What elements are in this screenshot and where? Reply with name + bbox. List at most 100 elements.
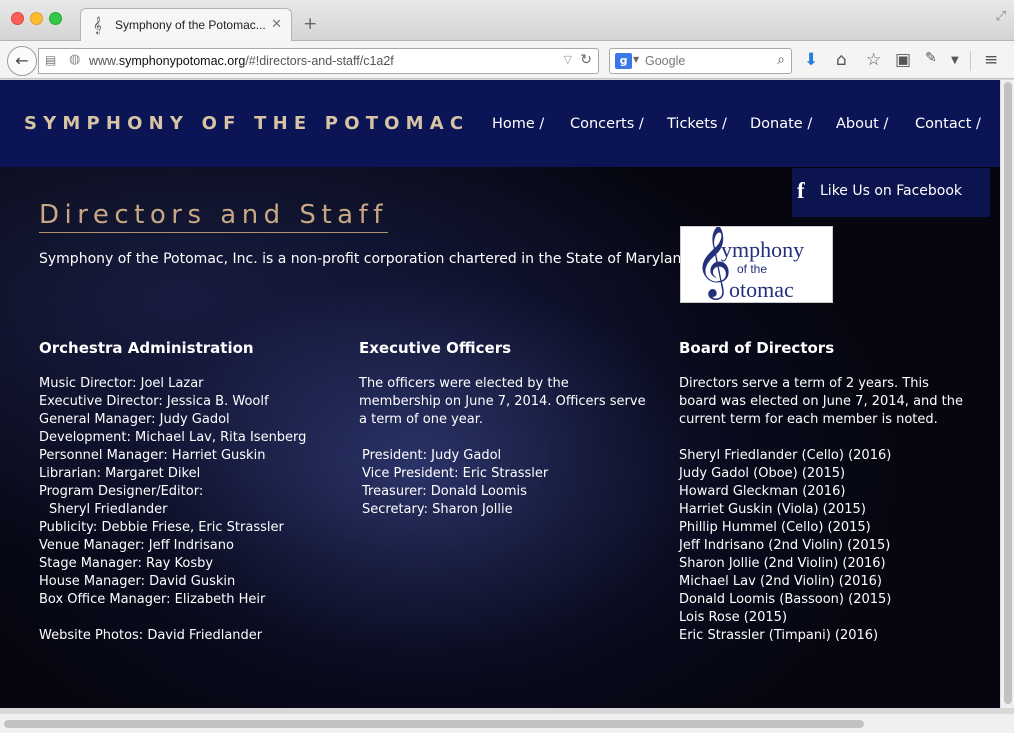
url-domain: symphonypotomac.org <box>118 54 246 68</box>
globe-icon: ◍ <box>69 52 81 67</box>
vertical-scrollbar[interactable] <box>1000 80 1014 708</box>
photo-credit: Website Photos: David Friedlander <box>39 628 263 643</box>
google-icon[interactable]: g <box>615 53 632 69</box>
list-item: Harriet Guskin (Viola) (2015) <box>679 502 866 517</box>
list-item: Vice President: Eric Strassler <box>362 466 549 481</box>
logo-line1: ymphony <box>721 237 804 262</box>
list-item: Secretary: Sharon Jollie <box>362 502 513 517</box>
list-item: Program Designer/Editor: <box>39 484 204 499</box>
officers-intro-line: a term of one year. <box>359 412 484 427</box>
page-viewport: SYMPHONY OF THE POTOMAC Home / Concerts … <box>0 80 1000 708</box>
url-bar[interactable]: ▤ ◍ www.symphonypotomac.org/#!directors-… <box>38 48 599 74</box>
home-icon[interactable]: ⌂ <box>836 50 847 70</box>
list-item: Music Director: Joel Lazar <box>39 376 204 391</box>
search-placeholder: Google <box>645 54 686 68</box>
list-item: Treasurer: Donald Loomis <box>362 484 527 499</box>
nav-tickets[interactable]: Tickets / <box>667 116 727 132</box>
list-item: Judy Gadol (Oboe) (2015) <box>679 466 846 481</box>
fullscreen-icon[interactable]: ⤢ <box>996 9 1006 24</box>
list-item: General Manager: Judy Gadol <box>39 412 230 427</box>
board-of-directors-heading: Board of Directors <box>679 339 835 357</box>
page-title: Directors and Staff <box>39 200 388 233</box>
toolbar-separator <box>970 51 971 71</box>
logo-line3: otomac <box>729 277 794 302</box>
extension-dropdown-icon[interactable]: ▼ <box>951 55 959 66</box>
bookmark-star-icon[interactable]: ☆ <box>866 50 881 70</box>
officers-intro-line: membership on June 7, 2014. Officers ser… <box>359 394 646 409</box>
horizontal-scroll-thumb[interactable] <box>4 720 864 728</box>
vertical-scroll-thumb[interactable] <box>1004 82 1012 704</box>
orchestra-administration-heading: Orchestra Administration <box>39 339 254 357</box>
browser-tab[interactable]: 𝄞 Symphony of the Potomac... ✕ <box>80 8 292 42</box>
officers-intro-line: The officers were elected by the <box>359 376 569 391</box>
reading-list-icon[interactable]: ▣ <box>895 50 911 70</box>
list-item: Publicity: Debbie Friese, Eric Strassler <box>39 520 284 535</box>
search-bar[interactable]: g ▼ Google ⌕ <box>609 48 792 74</box>
list-item: Librarian: Margaret Dikel <box>39 466 201 481</box>
list-item: Executive Director: Jessica B. Woolf <box>39 394 269 409</box>
list-item: Jeff Indrisano (2nd Violin) (2015) <box>679 538 891 553</box>
nav-concerts[interactable]: Concerts / <box>570 116 644 132</box>
list-item: House Manager: David Guskin <box>39 574 236 589</box>
reload-icon[interactable]: ↻ <box>580 52 592 68</box>
executive-officers-heading: Executive Officers <box>359 339 512 357</box>
list-item: Eric Strassler (Timpani) (2016) <box>679 628 879 643</box>
list-item: Lois Rose (2015) <box>679 610 788 625</box>
nav-contact[interactable]: Contact / <box>915 116 981 132</box>
list-item: Development: Michael Lav, Rita Isenberg <box>39 430 307 445</box>
executive-officers-column: Executive Officers The officers were ele… <box>359 339 646 519</box>
download-icon[interactable]: ⬇ <box>804 50 818 70</box>
tab-title: Symphony of the Potomac... <box>115 18 266 32</box>
browser-navbar: ▤ ◍ www.symphonypotomac.org/#!directors-… <box>0 41 1014 79</box>
logo-line2: of the <box>737 262 767 276</box>
history-icon[interactable]: ▤ <box>45 53 56 67</box>
nav-about[interactable]: About / <box>836 116 888 132</box>
list-item: Howard Gleckman (2016) <box>679 484 846 499</box>
url-text[interactable]: www.symphonypotomac.org/#!directors-and-… <box>89 54 394 68</box>
extension-icon[interactable]: ✎ <box>925 50 937 66</box>
orchestra-administration-column: Orchestra Administration Music Director:… <box>39 339 306 645</box>
close-window-button[interactable] <box>11 12 24 25</box>
list-item: President: Judy Gadol <box>362 448 502 463</box>
treble-clef-icon: 𝄞 <box>93 16 102 34</box>
url-dropdown-icon[interactable]: ▽ <box>564 53 572 66</box>
horizontal-scrollbar[interactable] <box>0 713 1014 733</box>
menu-icon[interactable]: ≡ <box>984 50 998 70</box>
search-icon[interactable]: ⌕ <box>777 52 785 68</box>
browser-titlebar: 𝄞 Symphony of the Potomac... ✕ + ⤢ <box>0 0 1014 42</box>
board-intro-line: Directors serve a term of 2 years. This <box>679 376 929 391</box>
list-item: Sharon Jollie (2nd Violin) (2016) <box>679 556 886 571</box>
board-intro-line: board was elected on June 7, 2014, and t… <box>679 394 963 409</box>
zoom-window-button[interactable] <box>49 12 62 25</box>
facebook-icon: f <box>797 178 805 203</box>
list-item: Donald Loomis (Bassoon) (2015) <box>679 592 892 607</box>
list-item: Box Office Manager: Elizabeth Heir <box>39 592 266 607</box>
list-item: Phillip Hummel (Cello) (2015) <box>679 520 871 535</box>
list-item: Venue Manager: Jeff Indrisano <box>39 538 234 553</box>
back-arrow-icon: ← <box>15 51 29 70</box>
nav-home[interactable]: Home / <box>492 116 544 132</box>
list-item: Sheryl Friedlander <box>49 502 168 517</box>
back-button[interactable]: ← <box>7 46 37 76</box>
url-prefix: www. <box>89 54 119 68</box>
board-of-directors-column: Board of Directors Directors serve a ter… <box>679 339 963 645</box>
board-intro-line: current term for each member is noted. <box>679 412 938 427</box>
nav-donate[interactable]: Donate / <box>750 116 812 132</box>
new-tab-button[interactable]: + <box>303 14 317 34</box>
symphony-logo: 𝄞 ymphony of the otomac <box>680 226 833 303</box>
site-header: SYMPHONY OF THE POTOMAC Home / Concerts … <box>0 80 1000 167</box>
list-item: Stage Manager: Ray Kosby <box>39 556 214 571</box>
tab-close-icon[interactable]: ✕ <box>271 17 282 32</box>
engine-caret-icon[interactable]: ▼ <box>633 55 639 64</box>
list-item: Personnel Manager: Harriet Guskin <box>39 448 266 463</box>
facebook-like-button[interactable]: f Like Us on Facebook <box>792 168 990 217</box>
intro-text: Symphony of the Potomac, Inc. is a non-p… <box>39 251 695 267</box>
facebook-label: Like Us on Facebook <box>820 183 963 199</box>
url-path: /#!directors-and-staff/c1a2f <box>245 54 394 68</box>
minimize-window-button[interactable] <box>30 12 43 25</box>
site-title[interactable]: SYMPHONY OF THE POTOMAC <box>24 113 469 134</box>
list-item: Sheryl Friedlander (Cello) (2016) <box>679 448 892 463</box>
